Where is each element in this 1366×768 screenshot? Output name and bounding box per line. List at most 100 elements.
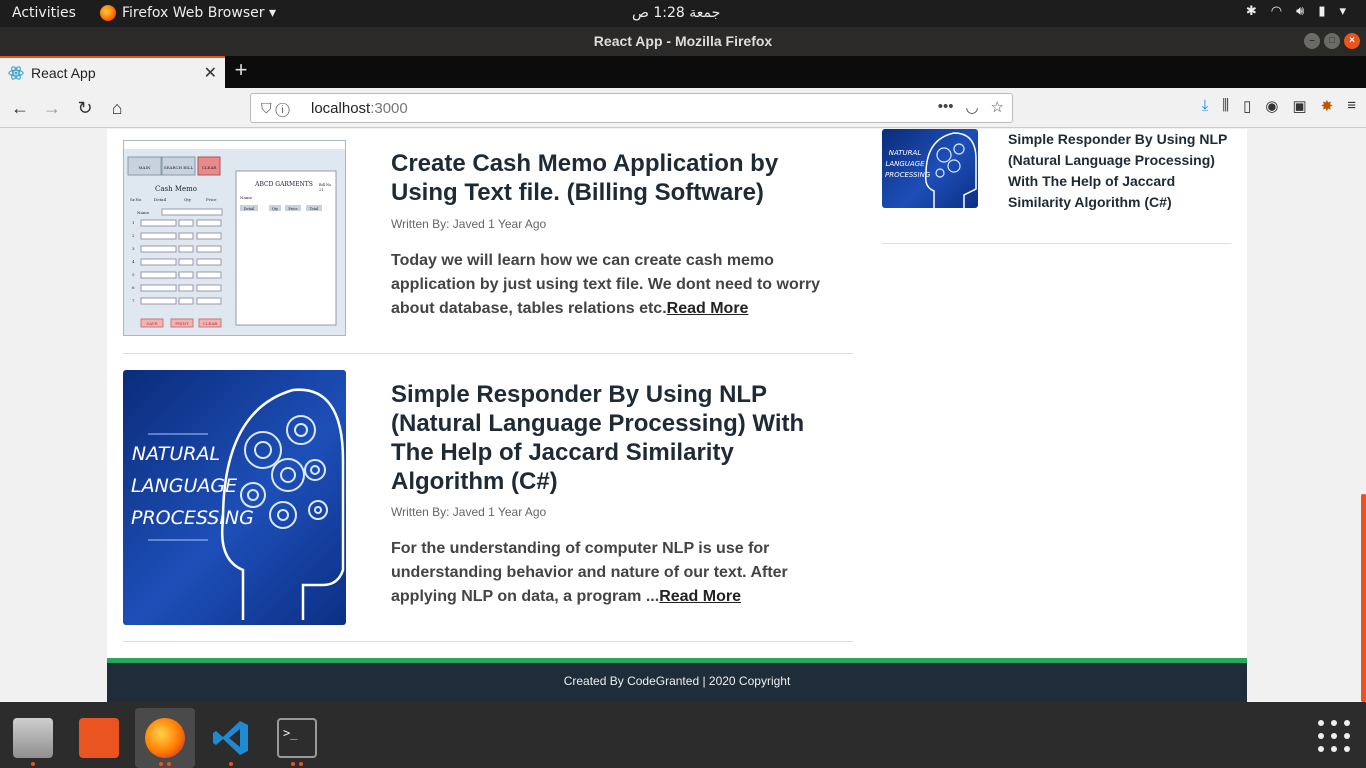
- software-center-icon: [79, 718, 119, 758]
- footer-text: Created By CodeGranted | 2020 Copyright: [563, 674, 791, 688]
- svg-text:2: 2: [132, 233, 135, 238]
- addon-icon[interactable]: ✸: [1321, 97, 1334, 115]
- sidebar-recent-post: NATURAL LANGUAGE PROCESSING Simple Respo…: [882, 129, 1231, 244]
- react-icon: [8, 66, 24, 80]
- thumb-shop-name: ABCD GARMENTS: [254, 181, 313, 188]
- firefox-icon: [145, 718, 185, 758]
- back-button[interactable]: ←: [8, 96, 32, 120]
- cash-memo-thumbnail[interactable]: MAIN SEARCH BILL CLEAR Cash Memo Sr.No D…: [123, 140, 346, 336]
- bookmark-star-icon[interactable]: ☆: [991, 98, 1004, 116]
- post-excerpt: For the understanding of computer NLP is…: [391, 537, 831, 609]
- thumb-receipt-name: Name: [240, 195, 253, 200]
- sidebar-icon[interactable]: ▯: [1243, 97, 1251, 115]
- close-button[interactable]: ×: [1344, 33, 1360, 49]
- files-icon: [13, 718, 53, 758]
- app-menu[interactable]: Firefox Web Browser ▾: [100, 5, 276, 21]
- maximize-button[interactable]: □: [1324, 33, 1340, 49]
- download-icon[interactable]: ⤓: [1202, 97, 1209, 115]
- thumb-clear2-button: CLEAR: [203, 321, 219, 326]
- show-applications-button[interactable]: [1318, 720, 1350, 752]
- dock-vscode[interactable]: [201, 708, 261, 768]
- post-meta: Written By: Javed 1 Year Ago: [391, 505, 547, 519]
- thumb-clear-button: CLEAR: [202, 165, 218, 170]
- battery-icon[interactable]: ▮: [1318, 4, 1325, 19]
- terminal-icon: >_: [277, 718, 317, 758]
- svg-text:Price: Price: [288, 207, 297, 211]
- nlp-thumbnail[interactable]: NATURAL LANGUAGE PROCESSING: [123, 370, 346, 625]
- volume-icon[interactable]: 🔊︎: [1296, 4, 1304, 19]
- window-title-bar: React App - Mozilla Firefox – □ ×: [0, 27, 1366, 56]
- bluetooth-icon[interactable]: ✱: [1246, 4, 1257, 19]
- svg-text:Qty: Qty: [272, 207, 278, 211]
- dock-firefox[interactable]: [135, 708, 195, 768]
- dock-software-center[interactable]: [69, 708, 129, 768]
- page-actions-icon[interactable]: •••: [938, 98, 954, 116]
- system-tray[interactable]: ✱ ◠ 🔊︎ ▮ ▾: [1246, 4, 1346, 19]
- new-tab-button[interactable]: +: [229, 59, 253, 83]
- thumb-name-label: Name: [137, 210, 150, 215]
- read-more-link[interactable]: Read More: [659, 588, 741, 605]
- close-icon[interactable]: ✕: [204, 63, 217, 83]
- dock-files[interactable]: [3, 708, 63, 768]
- account-icon[interactable]: ◉: [1265, 97, 1278, 115]
- svg-text:6: 6: [132, 285, 135, 290]
- clock[interactable]: جمعة 1:28 ص: [632, 5, 720, 21]
- sidebar-nlp-thumbnail[interactable]: NATURAL LANGUAGE PROCESSING: [882, 129, 978, 208]
- extension-icon[interactable]: ▣: [1292, 97, 1306, 115]
- svg-text:3: 3: [132, 246, 135, 251]
- vscode-icon: [213, 721, 248, 755]
- post-excerpt: Today we will learn how we can create ca…: [391, 249, 831, 321]
- pocket-icon[interactable]: ◡: [965, 98, 978, 116]
- nlp-thumb-text: NATURAL LANGUAGE PROCESSING: [131, 443, 254, 529]
- post-title[interactable]: Create Cash Memo Application by Using Te…: [391, 149, 821, 207]
- page-scrollbar[interactable]: [1361, 494, 1366, 702]
- post-title[interactable]: Simple Responder By Using NLP (Natural L…: [391, 380, 821, 496]
- sidebar-post-title[interactable]: Simple Responder By Using NLP (Natural L…: [1008, 129, 1230, 213]
- page-footer: Created By CodeGranted | 2020 Copyright: [107, 658, 1247, 702]
- sidebar-nlp-thumb-text: NATURAL LANGUAGE PROCESSING: [885, 149, 931, 179]
- url-text[interactable]: localhost:3000: [311, 100, 408, 117]
- thumb-col-srno: Sr.No: [130, 197, 142, 202]
- url-port: :3000: [370, 100, 408, 117]
- page-viewport: MAIN SEARCH BILL CLEAR Cash Memo Sr.No D…: [0, 129, 1366, 702]
- thumb-col-price: Price: [206, 197, 217, 202]
- svg-text:7: 7: [132, 298, 135, 303]
- reload-button[interactable]: ↻: [73, 96, 97, 120]
- post-excerpt-text: Today we will learn how we can create ca…: [391, 252, 821, 317]
- thumb-save-button: SAVE: [146, 321, 157, 326]
- svg-text:4: 4: [132, 259, 135, 264]
- thumb-bill-no: Bill No: [319, 183, 331, 187]
- tab-label: React App: [31, 65, 96, 81]
- blog-post: MAIN SEARCH BILL CLEAR Cash Memo Sr.No D…: [123, 129, 853, 354]
- blog-post: NATURAL LANGUAGE PROCESSING Simple Respo…: [123, 354, 853, 642]
- shield-icon[interactable]: ⛉ ⓘ: [261, 100, 290, 117]
- ubuntu-dock: >_: [0, 702, 1366, 768]
- thumb-search-button: SEARCH BILL: [164, 165, 194, 170]
- app-menu-label: Firefox Web Browser ▾: [122, 5, 276, 21]
- svg-text:Total: Total: [310, 207, 320, 211]
- thumb-rows: 1 2 3 4 5 6 7: [132, 219, 222, 305]
- thumb-main-button: MAIN: [138, 165, 151, 170]
- tab-react-app[interactable]: React App ✕: [0, 56, 225, 88]
- wifi-icon[interactable]: ◠: [1271, 4, 1282, 19]
- cash-memo-screenshot: MAIN SEARCH BILL CLEAR Cash Memo Sr.No D…: [124, 141, 345, 328]
- read-more-link[interactable]: Read More: [667, 300, 749, 317]
- thumb-print-button: PRINT: [175, 321, 189, 326]
- post-meta: Written By: Javed 1 Year Ago: [391, 217, 547, 231]
- activities-button[interactable]: Activities: [12, 5, 76, 21]
- forward-button[interactable]: →: [40, 96, 64, 120]
- library-icon[interactable]: ⫼: [1222, 97, 1229, 115]
- svg-text:5: 5: [132, 272, 135, 277]
- chevron-down-icon[interactable]: ▾: [1339, 4, 1346, 19]
- window-title: React App - Mozilla Firefox: [593, 33, 773, 49]
- minimize-button[interactable]: –: [1304, 33, 1320, 49]
- thumb-col-qty: Qty: [184, 197, 192, 202]
- firefox-icon: [100, 5, 116, 21]
- url-host: localhost: [311, 100, 371, 117]
- hamburger-menu-icon[interactable]: ≡: [1347, 97, 1356, 115]
- home-button[interactable]: ⌂: [105, 96, 129, 120]
- page-container: MAIN SEARCH BILL CLEAR Cash Memo Sr.No D…: [107, 129, 1247, 702]
- url-bar[interactable]: ⛉ ⓘ localhost:3000 ••• ◡ ☆: [250, 93, 1013, 123]
- dock-terminal[interactable]: >_: [267, 708, 327, 768]
- gnome-top-bar: Activities Firefox Web Browser ▾ جمعة 1:…: [0, 0, 1366, 27]
